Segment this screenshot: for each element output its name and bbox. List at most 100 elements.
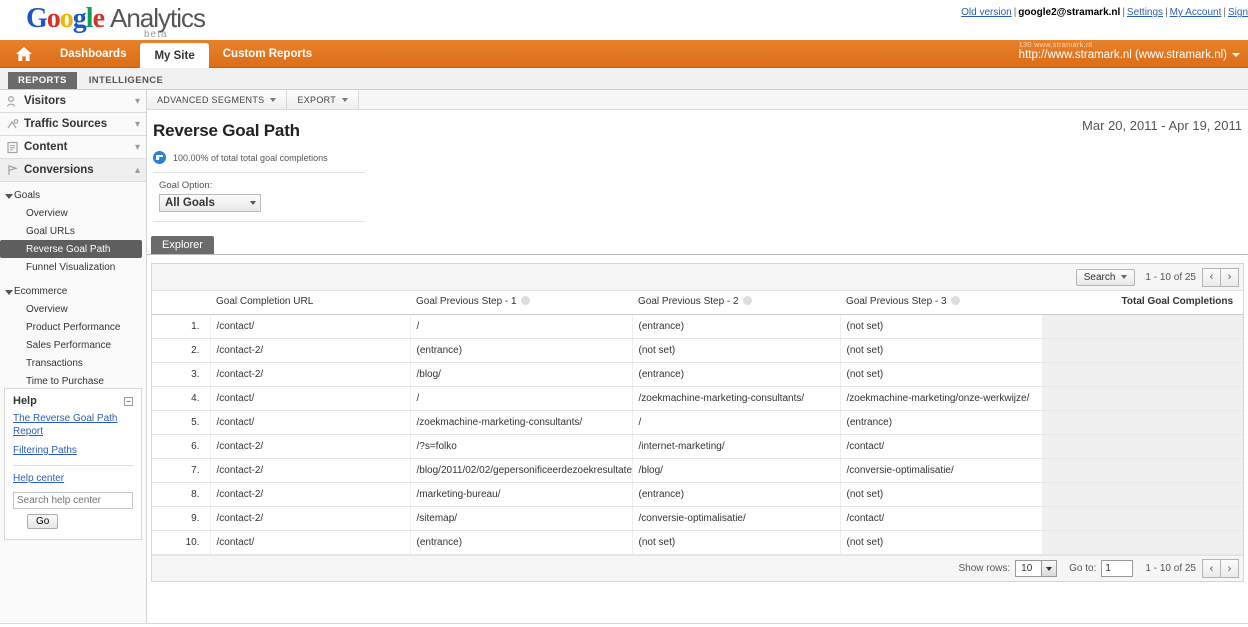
chevron-down-icon[interactable]: ▾ [135, 119, 140, 130]
cell-step-3[interactable]: (not set) [840, 530, 1043, 555]
cell-step-2[interactable]: /conversie-optimalisatie/ [632, 506, 841, 531]
table-header-goal-previous-step-1[interactable]: Goal Previous Step - 1 [410, 291, 632, 315]
tab-reports[interactable]: REPORTS [8, 72, 77, 89]
next-page-button-top[interactable]: › [1220, 267, 1239, 287]
nav-item-my-site[interactable]: My Site [140, 43, 209, 68]
home-icon[interactable] [14, 45, 34, 63]
goal-option-select[interactable]: All Goals [159, 194, 261, 212]
prev-page-button-bottom[interactable]: ‹ [1202, 559, 1221, 578]
sidebar-item-reverse-goal-path[interactable]: Reverse Goal Path [0, 240, 142, 258]
cell-step-2[interactable]: (not set) [632, 530, 841, 555]
table-row[interactable]: 1. /contact/ / (entrance) (not set) [152, 314, 1243, 339]
chevron-down-icon[interactable]: ▾ [135, 142, 140, 153]
sidebar-item-sales-performance[interactable]: Sales Performance [0, 336, 146, 354]
sidebar-section-visitors[interactable]: Visitors ▾ [0, 90, 146, 113]
cell-step-3[interactable]: /conversie-optimalisatie/ [840, 458, 1043, 483]
cell-step-1[interactable]: / [410, 386, 633, 411]
nav-item-dashboards[interactable]: Dashboards [46, 40, 140, 68]
info-icon[interactable] [950, 296, 960, 305]
chevron-down-icon[interactable]: ▾ [135, 96, 140, 107]
table-row[interactable]: 9. /contact-2/ /sitemap/ /conversie-opti… [152, 506, 1243, 531]
date-range-selector[interactable]: Mar 20, 2011 - Apr 19, 2011 [1082, 118, 1242, 133]
cell-step-1[interactable]: /blog/2011/02/02/gepersonificeerdezoekre… [410, 458, 633, 483]
search-button[interactable]: Search [1075, 268, 1136, 286]
help-center-link[interactable]: Help center [13, 473, 133, 486]
cell-step-3[interactable]: /contact/ [840, 434, 1043, 459]
cell-goal-completion-url[interactable]: /contact-2/ [210, 458, 411, 483]
sidebar-item-product-performance[interactable]: Product Performance [0, 318, 146, 336]
cell-step-1[interactable]: /zoekmachine-marketing-consultants/ [410, 410, 633, 435]
cell-step-2[interactable]: (not set) [632, 338, 841, 363]
table-header-goal-previous-step-2[interactable]: Goal Previous Step - 2 [632, 291, 840, 315]
show-rows-select[interactable]: 10 [1015, 560, 1058, 577]
prev-page-button-top[interactable]: ‹ [1202, 267, 1221, 287]
old-version-link[interactable]: Old version [961, 7, 1012, 18]
table-row[interactable]: 2. /contact-2/ (entrance) (not set) (not… [152, 338, 1243, 363]
cell-goal-completion-url[interactable]: /contact/ [210, 386, 411, 411]
site-selector[interactable]: 130 www.stramark.nl http://www.stramark.… [1019, 40, 1240, 62]
go-to-page-input[interactable] [1101, 560, 1134, 577]
table-row[interactable]: 8. /contact-2/ /marketing-bureau/ (entra… [152, 482, 1243, 507]
sidebar-item-transactions[interactable]: Transactions [0, 354, 146, 372]
cell-step-2[interactable]: (entrance) [632, 314, 841, 339]
cell-step-3[interactable]: /zoekmachine-marketing/onze-werkwijze/ [840, 386, 1043, 411]
cell-step-1[interactable]: /marketing-bureau/ [410, 482, 633, 507]
cell-step-2[interactable]: / [632, 410, 841, 435]
cell-goal-completion-url[interactable]: /contact-2/ [210, 506, 411, 531]
help-link-reverse-goal-path-report[interactable]: The Reverse Goal Path Report [13, 413, 133, 438]
cell-goal-completion-url[interactable]: /contact/ [210, 410, 411, 435]
cell-goal-completion-url[interactable]: /contact-2/ [210, 482, 411, 507]
cell-goal-completion-url[interactable]: /contact/ [210, 530, 411, 555]
table-row[interactable]: 3. /contact-2/ /blog/ (entrance) (not se… [152, 362, 1243, 387]
cell-step-3[interactable]: /contact/ [840, 506, 1043, 531]
cell-step-2[interactable]: /internet-marketing/ [632, 434, 841, 459]
cell-step-1[interactable]: (entrance) [410, 338, 633, 363]
sidebar-item-goals-overview[interactable]: Overview [0, 204, 146, 222]
cell-goal-completion-url[interactable]: /contact-2/ [210, 434, 411, 459]
cell-goal-completion-url[interactable]: /contact-2/ [210, 338, 411, 363]
sidebar-item-funnel-visualization[interactable]: Funnel Visualization [0, 258, 146, 276]
sign-out-link[interactable]: Sign [1228, 7, 1248, 18]
help-link-filtering-paths[interactable]: Filtering Paths [13, 445, 133, 458]
table-row[interactable]: 5. /contact/ /zoekmachine-marketing-cons… [152, 410, 1243, 435]
sidebar-group-header-goals[interactable]: Goals [0, 187, 146, 204]
cell-step-3[interactable]: (not set) [840, 338, 1043, 363]
cell-step-1[interactable]: (entrance) [410, 530, 633, 555]
cell-step-1[interactable]: /?s=folko [410, 434, 633, 459]
next-page-button-bottom[interactable]: › [1220, 559, 1239, 578]
table-row[interactable]: 4. /contact/ / /zoekmachine-marketing-co… [152, 386, 1243, 411]
sidebar-group-header-ecommerce[interactable]: Ecommerce [0, 283, 146, 300]
nav-item-custom-reports[interactable]: Custom Reports [209, 40, 326, 68]
cell-step-3[interactable]: (not set) [840, 362, 1043, 387]
google-analytics-logo[interactable]: Google Analytics beta [26, 2, 206, 40]
cell-step-2[interactable]: /blog/ [632, 458, 841, 483]
tab-intelligence[interactable]: INTELLIGENCE [79, 72, 173, 89]
cell-goal-completion-url[interactable]: /contact/ [210, 314, 411, 339]
cell-step-1[interactable]: / [410, 314, 633, 339]
table-header-goal-completion-url[interactable]: Goal Completion URL [210, 291, 410, 315]
help-search-input[interactable] [13, 492, 133, 509]
sidebar-section-conversions[interactable]: Conversions ▴ [0, 159, 146, 182]
settings-link[interactable]: Settings [1127, 7, 1163, 18]
table-header-total-goal-completions[interactable]: Total Goal Completions [1042, 291, 1243, 315]
cell-step-2[interactable]: /zoekmachine-marketing-consultants/ [632, 386, 841, 411]
table-row[interactable]: 7. /contact-2/ /blog/2011/02/02/geperson… [152, 458, 1243, 483]
chevron-up-icon[interactable]: ▴ [135, 165, 140, 176]
sidebar-item-ecommerce-overview[interactable]: Overview [0, 300, 146, 318]
cell-step-1[interactable]: /blog/ [410, 362, 633, 387]
sidebar-section-content[interactable]: Content ▾ [0, 136, 146, 159]
tab-explorer[interactable]: Explorer [151, 236, 214, 254]
info-icon[interactable] [742, 296, 752, 305]
table-row[interactable]: 6. /contact-2/ /?s=folko /internet-marke… [152, 434, 1243, 459]
cell-step-1[interactable]: /sitemap/ [410, 506, 633, 531]
table-header-goal-previous-step-3[interactable]: Goal Previous Step - 3 [840, 291, 1042, 315]
table-row[interactable]: 10. /contact/ (entrance) (not set) (not … [152, 530, 1243, 555]
cell-goal-completion-url[interactable]: /contact-2/ [210, 362, 411, 387]
sidebar-section-traffic-sources[interactable]: Traffic Sources ▾ [0, 113, 146, 136]
export-button[interactable]: EXPORT [287, 90, 360, 109]
cell-step-3[interactable]: (not set) [840, 314, 1043, 339]
sidebar-item-goal-urls[interactable]: Goal URLs [0, 222, 146, 240]
cell-step-3[interactable]: (entrance) [840, 410, 1043, 435]
cell-step-3[interactable]: (not set) [840, 482, 1043, 507]
cell-step-2[interactable]: (entrance) [632, 362, 841, 387]
